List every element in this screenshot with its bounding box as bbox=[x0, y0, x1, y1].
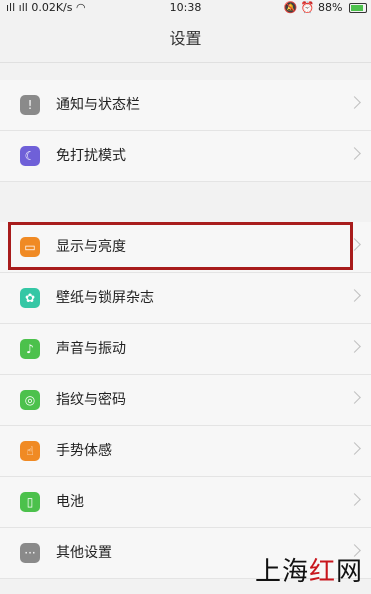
chevron-right-icon bbox=[348, 238, 361, 251]
chevron-right-icon bbox=[348, 96, 361, 109]
row-label: 其他设置 bbox=[56, 545, 112, 561]
chevron-right-icon bbox=[348, 493, 361, 506]
watermark-text-1: 上海 bbox=[254, 557, 309, 587]
watermark-text-2: 红 bbox=[308, 557, 336, 587]
fingerprint-icon: ◎ bbox=[20, 390, 40, 410]
status-bar: ıll ıll 0.02K/s ◠ 10:38 🔕 ⏰ 88% bbox=[0, 0, 371, 16]
notification-icon: ! bbox=[20, 95, 40, 115]
row-label: 声音与振动 bbox=[56, 341, 126, 357]
row-wallpaper[interactable]: ✿ 壁纸与锁屏杂志 bbox=[0, 273, 371, 324]
moon-icon: ☾ bbox=[20, 146, 40, 166]
status-right: 🔕 ⏰ 88% bbox=[284, 1, 367, 14]
chevron-right-icon bbox=[348, 442, 361, 455]
row-label: 电池 bbox=[56, 494, 84, 510]
page-title: 设置 bbox=[169, 29, 202, 48]
chevron-right-icon bbox=[348, 340, 361, 353]
settings-section-1: ! 通知与状态栏 ☾ 免打扰模式 bbox=[0, 80, 371, 182]
chevron-right-icon bbox=[348, 391, 361, 404]
watermark-text-3: 网 bbox=[335, 557, 363, 587]
settings-section-2: ▭ 显示与亮度 ✿ 壁纸与锁屏杂志 ♪ 声音与振动 ◎ 指纹与密码 ☝ 手势体感… bbox=[0, 222, 371, 579]
row-notifications[interactable]: ! 通知与状态栏 bbox=[0, 80, 371, 131]
row-label: 指纹与密码 bbox=[56, 392, 126, 408]
hand-icon: ☝ bbox=[20, 441, 40, 461]
watermark: 上海红网 bbox=[255, 551, 363, 588]
row-label: 免打扰模式 bbox=[56, 148, 126, 164]
battery-percent: 88% bbox=[318, 1, 343, 14]
display-icon: ▭ bbox=[20, 237, 40, 257]
row-battery[interactable]: ▯ 电池 bbox=[0, 477, 371, 528]
row-fingerprint[interactable]: ◎ 指纹与密码 bbox=[0, 375, 371, 426]
alarm-icon: ⏰ bbox=[300, 1, 315, 14]
mute-icon: 🔕 bbox=[283, 1, 298, 14]
battery-icon bbox=[349, 3, 367, 13]
chevron-right-icon bbox=[348, 147, 361, 160]
battery-icon: ▯ bbox=[20, 492, 40, 512]
row-label: 通知与状态栏 bbox=[56, 97, 140, 113]
row-label: 显示与亮度 bbox=[56, 239, 126, 255]
row-display-brightness[interactable]: ▭ 显示与亮度 bbox=[0, 222, 371, 273]
row-sound[interactable]: ♪ 声音与振动 bbox=[0, 324, 371, 375]
divider bbox=[0, 62, 371, 63]
row-label: 壁纸与锁屏杂志 bbox=[56, 290, 154, 306]
more-icon: ··· bbox=[20, 543, 40, 563]
speaker-icon: ♪ bbox=[20, 339, 40, 359]
row-gestures[interactable]: ☝ 手势体感 bbox=[0, 426, 371, 477]
flower-icon: ✿ bbox=[20, 288, 40, 308]
row-do-not-disturb[interactable]: ☾ 免打扰模式 bbox=[0, 131, 371, 182]
row-label: 手势体感 bbox=[56, 443, 112, 459]
chevron-right-icon bbox=[348, 289, 361, 302]
